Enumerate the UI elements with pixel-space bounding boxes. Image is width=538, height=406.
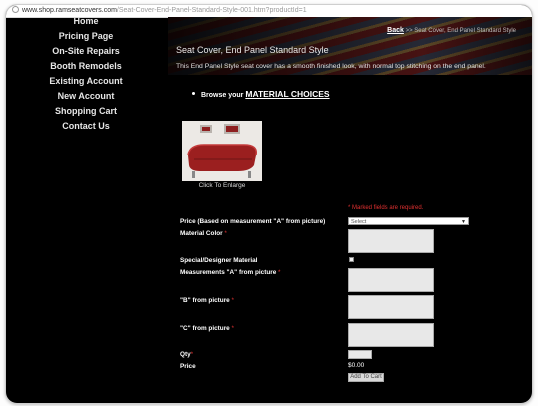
material-color-input[interactable] [348,229,434,253]
required-note: * Marked fields are required. [348,205,424,211]
measurement-c-text: "C" from picture [180,325,230,332]
required-asterisk: * [190,351,194,358]
measurement-a-input[interactable] [348,268,434,292]
measurement-b-label: "B" from picture * [180,297,234,304]
sidebar-nav: Home Pricing Page On-Site Repairs Booth … [6,17,166,134]
required-asterisk: * [231,297,235,304]
bullet-icon [192,92,195,95]
required-asterisk: * [231,325,235,332]
sidebar-item-new-account[interactable]: New Account [6,89,166,104]
measurement-b-input[interactable] [348,295,434,319]
back-link[interactable]: Back [387,27,404,34]
product-image[interactable] [182,121,262,181]
globe-icon [12,6,19,13]
sidebar-item-existing-account[interactable]: Existing Account [6,74,166,89]
enlarge-caption[interactable]: Click To Enlarge [182,182,262,189]
price-select[interactable]: Select ▼ [348,217,469,225]
sidebar-item-shopping-cart[interactable]: Shopping Cart [6,104,166,119]
sidebar-item-pricing[interactable]: Pricing Page [6,29,166,44]
seat-cover-image [182,121,262,181]
required-asterisk: * [278,269,281,276]
url-domain: www.shop.ramseatcovers.com [22,7,117,14]
qty-text: Qty [180,351,191,358]
screenshot-frame: www.shop.ramseatcovers.com/Seat-Cover-En… [0,0,538,406]
measurement-b-text: "B" from picture [180,297,230,304]
sidebar-item-contact-us[interactable]: Contact Us [6,119,166,134]
measurement-c-label: "C" from picture * [180,325,234,332]
material-color-text: Material Color [180,230,223,237]
sidebar-item-home[interactable]: Home [6,17,166,29]
material-choices-link[interactable]: MATERIAL CHOICES [245,89,329,99]
measurement-a-label: Measurements "A" from picture * [180,269,281,276]
measurement-a-text: Measurements "A" from picture [180,269,277,276]
product-description: This End Panel Style seat cover has a sm… [176,63,486,70]
breadcrumb-separator: >> [405,28,413,34]
breadcrumb-current: Seat Cover, End Panel Standard Style [414,28,516,34]
required-asterisk: * [224,230,227,237]
breadcrumb: Back >> Seat Cover, End Panel Standard S… [387,27,516,34]
browse-prefix: Browse your [201,92,244,99]
measurement-c-input[interactable] [348,323,434,347]
chevron-down-icon: ▼ [461,219,466,225]
url-path: /Seat-Cover-End-Panel-Standard-Style-001… [116,7,307,14]
qty-input[interactable] [348,350,372,359]
page-title: Seat Cover, End Panel Standard Style [176,45,329,55]
material-color-label: Material Color * [180,230,227,237]
price-value: $0.00 [348,362,365,369]
special-material-checkbox[interactable] [349,257,354,262]
special-material-label: Special/Designer Material [180,257,258,264]
sidebar-item-onsite-repairs[interactable]: On-Site Repairs [6,44,166,59]
browse-materials: Browse your MATERIAL CHOICES [192,89,330,99]
select-value: Select [351,219,367,225]
browser-window: www.shop.ramseatcovers.com/Seat-Cover-En… [5,4,533,404]
price-text-label: Price [180,363,196,370]
price-label: Price (Based on measurement "A" from pic… [180,218,326,225]
add-to-cart-button[interactable]: Add To Cart [348,373,384,382]
sidebar-item-booth-remodels[interactable]: Booth Remodels [6,59,166,74]
qty-label: Qty* [180,351,193,358]
